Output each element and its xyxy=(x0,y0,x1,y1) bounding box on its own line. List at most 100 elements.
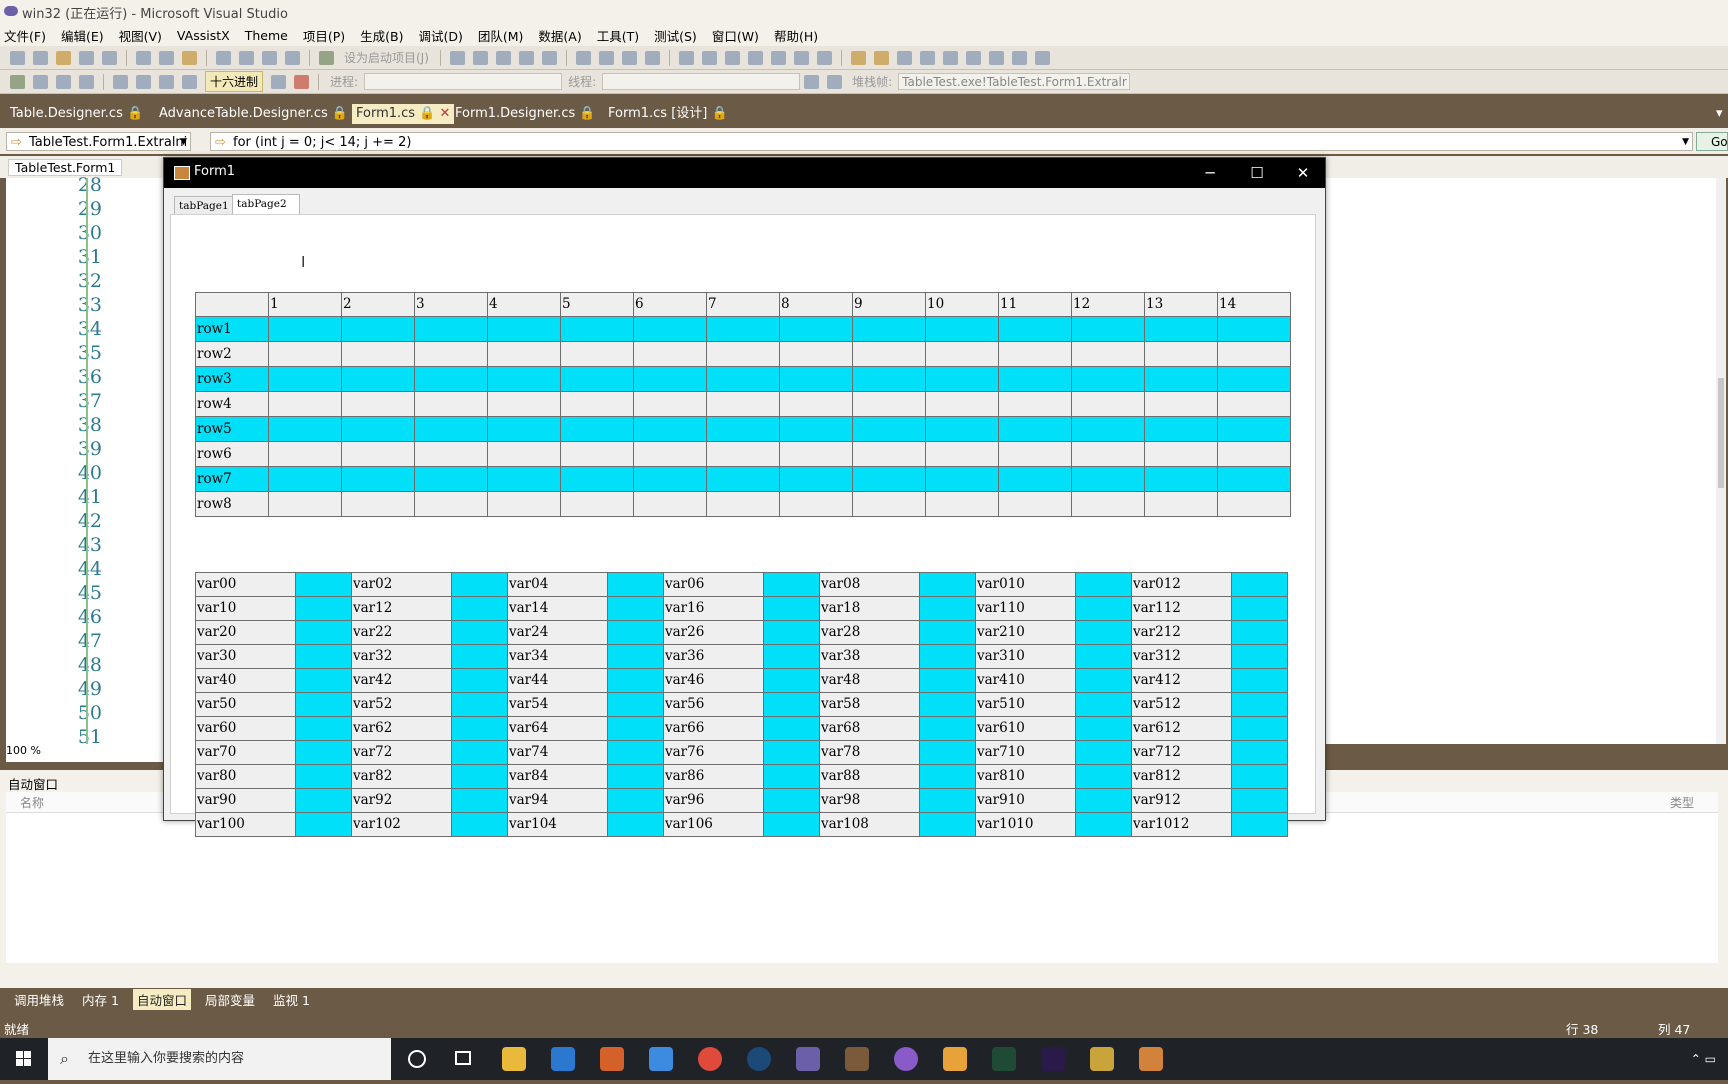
comment-icon[interactable] xyxy=(621,50,637,65)
highlight-cell[interactable] xyxy=(451,596,508,621)
startup-project-label[interactable]: 设为启动项目(J) xyxy=(344,49,429,66)
highlight-cell[interactable] xyxy=(919,716,976,741)
highlight-cell[interactable] xyxy=(1231,620,1288,645)
highlight-cell[interactable] xyxy=(1231,812,1288,837)
tab-form1-cs[interactable]: Form1.cs 🔒 ✕ xyxy=(352,104,455,124)
table-cell[interactable] xyxy=(998,391,1072,417)
table-cell[interactable] xyxy=(852,416,926,442)
highlight-cell[interactable] xyxy=(607,644,664,669)
task-view-icon[interactable] xyxy=(455,1051,471,1065)
table-cell[interactable] xyxy=(560,366,634,392)
stop-debugging-icon[interactable] xyxy=(56,74,71,89)
menu-team[interactable]: 团队(M) xyxy=(478,26,524,45)
var-label-cell[interactable]: var710 xyxy=(975,740,1076,765)
var-label-cell[interactable]: var512 xyxy=(1131,692,1232,717)
menu-file[interactable]: 文件(F) xyxy=(4,26,46,45)
show-next-statement-icon[interactable] xyxy=(113,74,128,89)
var-label-cell[interactable]: var10 xyxy=(195,596,296,621)
menu-theme[interactable]: Theme xyxy=(245,28,288,43)
table-cell[interactable] xyxy=(1217,316,1291,342)
mail-icon[interactable] xyxy=(551,1047,575,1071)
var-label-cell[interactable]: var64 xyxy=(507,716,608,741)
start-button[interactable] xyxy=(0,1038,48,1080)
var-label-cell[interactable]: var96 xyxy=(663,788,764,813)
var-label-cell[interactable]: var28 xyxy=(819,620,920,645)
var-label-cell[interactable]: var40 xyxy=(195,668,296,693)
table-cell[interactable] xyxy=(1144,466,1218,492)
highlight-cell[interactable] xyxy=(1231,572,1288,597)
var-label-cell[interactable]: var312 xyxy=(1131,644,1232,669)
stack-frame-dropdown[interactable]: TableTest.exe!TableTest.Form1.Extralr xyxy=(898,73,1131,90)
chrome-icon[interactable] xyxy=(698,1047,722,1071)
var-label-cell[interactable]: var92 xyxy=(351,788,452,813)
var-label-cell[interactable]: var86 xyxy=(663,764,764,789)
var-label-cell[interactable]: var60 xyxy=(195,716,296,741)
tab-table-designer[interactable]: Table.Designer.cs 🔒 xyxy=(10,104,143,124)
tab-autos[interactable]: 自动窗口 xyxy=(132,988,191,1010)
var-label-cell[interactable]: var72 xyxy=(351,740,452,765)
row-label-cell[interactable]: row7 xyxy=(195,466,269,492)
highlight-cell[interactable] xyxy=(1075,812,1132,837)
cut-icon[interactable] xyxy=(136,50,151,65)
highlight-cell[interactable] xyxy=(1075,620,1132,645)
var-label-cell[interactable]: var104 xyxy=(507,812,608,837)
table-cell[interactable] xyxy=(268,491,342,517)
table-cell[interactable] xyxy=(1217,491,1291,517)
table-cell[interactable] xyxy=(852,316,926,342)
highlight-cell[interactable] xyxy=(1075,716,1132,741)
table-cell[interactable] xyxy=(633,341,707,367)
table-cell[interactable] xyxy=(560,341,634,367)
row-label-cell[interactable]: row2 xyxy=(195,341,269,367)
table-cell[interactable] xyxy=(998,441,1072,467)
movie-maker-icon[interactable] xyxy=(1090,1047,1114,1071)
table-cell[interactable] xyxy=(268,391,342,417)
highlight-cell[interactable] xyxy=(763,596,820,621)
highlight-cell[interactable] xyxy=(763,764,820,789)
file-explorer-icon[interactable] xyxy=(502,1047,526,1071)
vassist-search-icon[interactable] xyxy=(919,50,935,65)
highlight-cell[interactable] xyxy=(1075,572,1132,597)
table-cell[interactable] xyxy=(779,441,853,467)
table-cell[interactable] xyxy=(1071,441,1145,467)
var-label-cell[interactable]: var810 xyxy=(975,764,1076,789)
table-cell[interactable] xyxy=(341,441,415,467)
step-into-icon[interactable] xyxy=(136,74,151,89)
navigate-forward-icon[interactable] xyxy=(285,50,300,65)
continue-icon[interactable] xyxy=(10,74,25,89)
var-label-cell[interactable]: var42 xyxy=(351,668,452,693)
highlight-cell[interactable] xyxy=(607,572,664,597)
highlight-cell[interactable] xyxy=(763,740,820,765)
table-cell[interactable] xyxy=(633,466,707,492)
menu-test[interactable]: 测试(S) xyxy=(654,26,697,45)
table-cell[interactable] xyxy=(925,491,999,517)
table-cell[interactable] xyxy=(852,441,926,467)
highlight-cell[interactable] xyxy=(607,716,664,741)
row-label-cell[interactable]: row4 xyxy=(195,391,269,417)
table-cell[interactable] xyxy=(1217,366,1291,392)
table-cell[interactable] xyxy=(1217,441,1291,467)
tab-advance-table-designer[interactable]: AdvanceTable.Designer.cs 🔒 xyxy=(159,104,348,124)
highlight-cell[interactable] xyxy=(607,788,664,813)
highlight-cell[interactable] xyxy=(295,572,352,597)
vassist-options-icon[interactable] xyxy=(1034,50,1050,65)
var-label-cell[interactable]: var90 xyxy=(195,788,296,813)
var-label-cell[interactable]: var36 xyxy=(663,644,764,669)
table-cell[interactable] xyxy=(268,441,342,467)
uncomment-icon[interactable] xyxy=(644,50,660,65)
copy-icon[interactable] xyxy=(159,50,174,65)
var-label-cell[interactable]: var24 xyxy=(507,620,608,645)
table-cell[interactable] xyxy=(925,341,999,367)
menu-view[interactable]: 视图(V) xyxy=(119,26,162,45)
var-label-cell[interactable]: var100 xyxy=(195,812,296,837)
row-label-cell[interactable]: row1 xyxy=(195,316,269,342)
menu-edit[interactable]: 编辑(E) xyxy=(61,26,104,45)
table-cell[interactable] xyxy=(560,316,634,342)
table-cell[interactable] xyxy=(998,341,1072,367)
var-label-cell[interactable]: var18 xyxy=(819,596,920,621)
process-dropdown[interactable] xyxy=(364,73,563,90)
highlight-cell[interactable] xyxy=(919,620,976,645)
menu-debug[interactable]: 调试(D) xyxy=(418,26,462,45)
highlight-cell[interactable] xyxy=(763,716,820,741)
table-cell[interactable] xyxy=(779,416,853,442)
var-label-cell[interactable]: var102 xyxy=(351,812,452,837)
